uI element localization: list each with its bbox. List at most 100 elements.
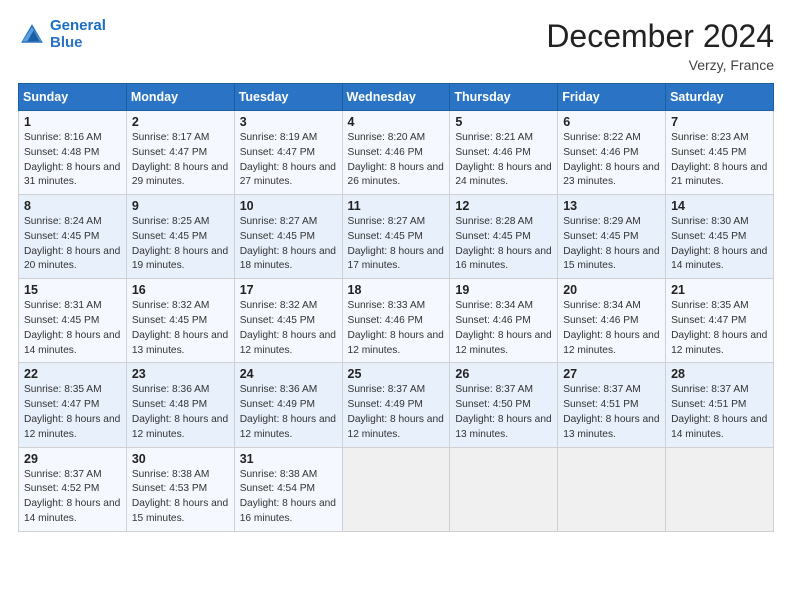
day-cell: 21 Sunrise: 8:35 AMSunset: 4:47 PMDayligh… <box>666 279 774 363</box>
day-info: Sunrise: 8:27 AMSunset: 4:45 PMDaylight:… <box>348 215 445 274</box>
day-cell <box>558 447 666 531</box>
day-number: 11 <box>348 199 445 213</box>
day-cell: 24 Sunrise: 8:36 AMSunset: 4:49 PMDayligh… <box>234 363 342 447</box>
header-cell-wednesday: Wednesday <box>342 84 450 111</box>
day-info: Sunrise: 8:16 AMSunset: 4:48 PMDaylight:… <box>24 131 121 190</box>
day-info: Sunrise: 8:36 AMSunset: 4:48 PMDaylight:… <box>132 383 229 442</box>
day-info: Sunrise: 8:22 AMSunset: 4:46 PMDaylight:… <box>563 131 660 190</box>
day-number: 22 <box>24 367 121 381</box>
logo: General Blue <box>18 18 106 51</box>
day-cell: 30 Sunrise: 8:38 AMSunset: 4:53 PMDayligh… <box>126 447 234 531</box>
header-cell-thursday: Thursday <box>450 84 558 111</box>
day-number: 20 <box>563 283 660 297</box>
day-cell: 7 Sunrise: 8:23 AMSunset: 4:45 PMDaylight… <box>666 111 774 195</box>
month-title: December 2024 <box>546 18 774 55</box>
day-info: Sunrise: 8:20 AMSunset: 4:46 PMDaylight:… <box>348 131 445 190</box>
day-cell: 5 Sunrise: 8:21 AMSunset: 4:46 PMDaylight… <box>450 111 558 195</box>
week-row-4: 22 Sunrise: 8:35 AMSunset: 4:47 PMDayligh… <box>19 363 774 447</box>
day-number: 23 <box>132 367 229 381</box>
header-cell-friday: Friday <box>558 84 666 111</box>
day-number: 30 <box>132 452 229 466</box>
day-number: 27 <box>563 367 660 381</box>
day-number: 1 <box>24 115 121 129</box>
day-info: Sunrise: 8:37 AMSunset: 4:52 PMDaylight:… <box>24 468 121 527</box>
day-info: Sunrise: 8:37 AMSunset: 4:50 PMDaylight:… <box>455 383 552 442</box>
day-number: 14 <box>671 199 768 213</box>
day-info: Sunrise: 8:24 AMSunset: 4:45 PMDaylight:… <box>24 215 121 274</box>
day-cell: 17 Sunrise: 8:32 AMSunset: 4:45 PMDayligh… <box>234 279 342 363</box>
day-cell: 19 Sunrise: 8:34 AMSunset: 4:46 PMDayligh… <box>450 279 558 363</box>
day-info: Sunrise: 8:34 AMSunset: 4:46 PMDaylight:… <box>455 299 552 358</box>
day-cell <box>450 447 558 531</box>
day-cell: 25Sunrise: 8:37 AMSunset: 4:49 PMDayligh… <box>342 363 450 447</box>
day-cell <box>342 447 450 531</box>
day-cell <box>666 447 774 531</box>
day-cell: 23 Sunrise: 8:36 AMSunset: 4:48 PMDayligh… <box>126 363 234 447</box>
day-number: 17 <box>240 283 337 297</box>
day-cell: 18Sunrise: 8:33 AMSunset: 4:46 PMDayligh… <box>342 279 450 363</box>
calendar-table: SundayMondayTuesdayWednesdayThursdayFrid… <box>18 83 774 532</box>
day-cell: 11 Sunrise: 8:27 AMSunset: 4:45 PMDayligh… <box>342 195 450 279</box>
day-info: Sunrise: 8:37 AMSunset: 4:49 PMDaylight:… <box>348 383 445 442</box>
day-info: Sunrise: 8:23 AMSunset: 4:45 PMDaylight:… <box>671 131 768 190</box>
day-number: 12 <box>455 199 552 213</box>
day-info: Sunrise: 8:27 AMSunset: 4:45 PMDaylight:… <box>240 215 337 274</box>
day-number: 10 <box>240 199 337 213</box>
day-number: 6 <box>563 115 660 129</box>
day-number: 2 <box>132 115 229 129</box>
day-number: 21 <box>671 283 768 297</box>
day-info: Sunrise: 8:32 AMSunset: 4:45 PMDaylight:… <box>240 299 337 358</box>
page: General Blue December 2024 Verzy, France… <box>0 0 792 612</box>
logo-general: General <box>50 17 106 34</box>
day-info: Sunrise: 8:30 AMSunset: 4:45 PMDaylight:… <box>671 215 768 274</box>
day-number: 5 <box>455 115 552 129</box>
day-cell: 16Sunrise: 8:32 AMSunset: 4:45 PMDayligh… <box>126 279 234 363</box>
day-cell: 14 Sunrise: 8:30 AMSunset: 4:45 PMDayligh… <box>666 195 774 279</box>
day-info: Sunrise: 8:32 AMSunset: 4:45 PMDaylight:… <box>132 299 229 358</box>
day-number: 31 <box>240 452 337 466</box>
day-cell: 28Sunrise: 8:37 AMSunset: 4:51 PMDayligh… <box>666 363 774 447</box>
day-cell: 9 Sunrise: 8:25 AMSunset: 4:45 PMDaylight… <box>126 195 234 279</box>
day-number: 13 <box>563 199 660 213</box>
week-row-5: 29Sunrise: 8:37 AMSunset: 4:52 PMDayligh… <box>19 447 774 531</box>
day-number: 24 <box>240 367 337 381</box>
day-cell: 29Sunrise: 8:37 AMSunset: 4:52 PMDayligh… <box>19 447 127 531</box>
day-number: 9 <box>132 199 229 213</box>
day-info: Sunrise: 8:21 AMSunset: 4:46 PMDaylight:… <box>455 131 552 190</box>
day-number: 4 <box>348 115 445 129</box>
day-info: Sunrise: 8:38 AMSunset: 4:53 PMDaylight:… <box>132 468 229 527</box>
day-number: 8 <box>24 199 121 213</box>
day-number: 18 <box>348 283 445 297</box>
day-info: Sunrise: 8:25 AMSunset: 4:45 PMDaylight:… <box>132 215 229 274</box>
day-cell: 6 Sunrise: 8:22 AMSunset: 4:46 PMDaylight… <box>558 111 666 195</box>
day-cell: 3 Sunrise: 8:19 AMSunset: 4:47 PMDaylight… <box>234 111 342 195</box>
day-number: 15 <box>24 283 121 297</box>
day-number: 19 <box>455 283 552 297</box>
day-info: Sunrise: 8:36 AMSunset: 4:49 PMDaylight:… <box>240 383 337 442</box>
day-info: Sunrise: 8:34 AMSunset: 4:46 PMDaylight:… <box>563 299 660 358</box>
day-info: Sunrise: 8:31 AMSunset: 4:45 PMDaylight:… <box>24 299 121 358</box>
header: General Blue December 2024 Verzy, France <box>18 18 774 73</box>
day-number: 7 <box>671 115 768 129</box>
day-cell: 1 Sunrise: 8:16 AMSunset: 4:48 PMDaylight… <box>19 111 127 195</box>
day-cell: 12 Sunrise: 8:28 AMSunset: 4:45 PMDayligh… <box>450 195 558 279</box>
header-cell-saturday: Saturday <box>666 84 774 111</box>
day-info: Sunrise: 8:37 AMSunset: 4:51 PMDaylight:… <box>671 383 768 442</box>
week-row-3: 15 Sunrise: 8:31 AMSunset: 4:45 PMDayligh… <box>19 279 774 363</box>
day-cell: 20 Sunrise: 8:34 AMSunset: 4:46 PMDayligh… <box>558 279 666 363</box>
day-info: Sunrise: 8:28 AMSunset: 4:45 PMDaylight:… <box>455 215 552 274</box>
day-cell: 2Sunrise: 8:17 AMSunset: 4:47 PMDaylight… <box>126 111 234 195</box>
week-row-2: 8 Sunrise: 8:24 AMSunset: 4:45 PMDaylight… <box>19 195 774 279</box>
day-info: Sunrise: 8:29 AMSunset: 4:45 PMDaylight:… <box>563 215 660 274</box>
day-number: 3 <box>240 115 337 129</box>
day-cell: 10 Sunrise: 8:27 AMSunset: 4:45 PMDayligh… <box>234 195 342 279</box>
week-row-1: 1 Sunrise: 8:16 AMSunset: 4:48 PMDaylight… <box>19 111 774 195</box>
day-info: Sunrise: 8:35 AMSunset: 4:47 PMDaylight:… <box>24 383 121 442</box>
day-info: Sunrise: 8:35 AMSunset: 4:47 PMDaylight:… <box>671 299 768 358</box>
day-cell: 31 Sunrise: 8:38 AMSunset: 4:54 PMDayligh… <box>234 447 342 531</box>
header-cell-monday: Monday <box>126 84 234 111</box>
logo-text: General Blue <box>50 18 106 51</box>
day-info: Sunrise: 8:19 AMSunset: 4:47 PMDaylight:… <box>240 131 337 190</box>
logo-blue: Blue <box>50 34 83 51</box>
day-info: Sunrise: 8:38 AMSunset: 4:54 PMDaylight:… <box>240 468 337 527</box>
